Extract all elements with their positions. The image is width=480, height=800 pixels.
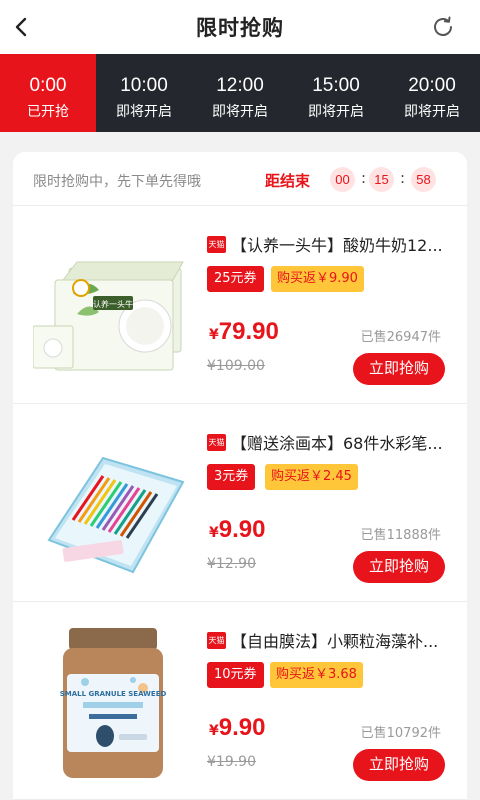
time-slot-time: 10:00 [120,75,168,96]
time-slot-tab-1[interactable]: 10:00 即将开启 [96,54,192,132]
time-slot-status: 即将开启 [404,104,460,120]
buy-now-button[interactable]: 立即抢购 [353,353,445,385]
countdown-hours: 00 [330,167,355,192]
time-slot-time: 20:00 [408,75,456,96]
product-label-text: SMALL GRANULE SEAWEED [60,690,167,698]
time-slot-tab-0[interactable]: 0:00 已开抢 [0,54,96,132]
price-value: 79.90 [218,318,279,345]
time-slot-time: 15:00 [312,75,360,96]
milk-carton-product-image[interactable]: 认养一头牛 [33,222,193,388]
sold-count: 已售11888件 [360,528,441,543]
seaweed-mask-jar-product-image[interactable]: SMALL GRANULE SEAWEED [33,618,193,784]
sold-count: 已售26947件 [360,330,441,345]
rebate-badge: 购买返￥3.68 [270,662,363,688]
tmall-badge-icon: 天猫 [207,632,226,649]
current-price: ¥79.90 [209,318,279,346]
original-price: ¥19.90 [207,754,256,770]
price-value: 9.90 [218,714,266,741]
rebate-badge: 购买返￥9.90 [271,266,364,292]
countdown-separator: : [400,169,406,187]
product-item[interactable]: SMALL GRANULE SEAWEED 天猫 【自由膜法】小颗粒海藻补...… [13,602,467,800]
product-name[interactable]: 【自由膜法】小颗粒海藻补... [231,628,451,652]
tmall-badge-icon: 天猫 [207,434,226,451]
time-slot-tab-2[interactable]: 12:00 即将开启 [192,54,288,132]
currency-symbol: ¥ [209,327,219,343]
product-item[interactable]: 认养一头牛 天猫 【认养一头牛】酸奶牛奶12... 25元券 购买返￥9.90 … [13,206,467,404]
current-price: ¥9.90 [209,714,265,742]
coupon-badge: 10元券 [207,662,264,688]
countdown-row: 限时抢购中，先下单先得哦 距结束 00 : 15 : 58 [13,152,467,206]
product-name[interactable]: 【认养一头牛】酸奶牛奶12... [231,232,451,256]
product-list-panel: 限时抢购中，先下单先得哦 距结束 00 : 15 : 58 认养一头牛 天猫 【… [13,152,467,800]
time-slot-status: 即将开启 [308,104,364,120]
countdown-hint: 限时抢购中，先下单先得哦 [33,174,201,190]
countdown-separator: : [361,169,367,187]
time-slot-status: 即将开启 [212,104,268,120]
sold-count: 已售10792件 [360,726,441,741]
time-slot-tabs: 0:00 已开抢 10:00 即将开启 12:00 即将开启 15:00 即将开… [0,54,480,132]
countdown-label: 距结束 [265,172,311,190]
currency-symbol: ¥ [209,723,219,739]
watercolor-pen-set-product-image[interactable] [33,420,193,586]
buy-now-button[interactable]: 立即抢购 [353,551,445,583]
time-slot-time: 12:00 [216,75,264,96]
product-item[interactable]: 天猫 【赠送涂画本】68件水彩笔... 3元券 购买返￥2.45 ¥9.90 已… [13,404,467,602]
rebate-badge: 购买返￥2.45 [265,464,358,490]
time-slot-time: 0:00 [29,75,67,96]
time-slot-tab-4[interactable]: 20:00 即将开启 [384,54,480,132]
top-nav-bar: 限时抢购 [0,0,480,54]
currency-symbol: ¥ [209,525,219,541]
refresh-icon[interactable] [430,14,456,40]
tmall-badge-icon: 天猫 [207,236,226,253]
original-price: ¥12.90 [207,556,256,572]
countdown-seconds: 58 [411,167,436,192]
product-logo-text: 认养一头牛 [93,299,133,309]
countdown-minutes: 15 [369,167,394,192]
buy-now-button[interactable]: 立即抢购 [353,749,445,781]
coupon-badge: 25元券 [207,266,264,292]
page-title: 限时抢购 [196,16,284,40]
current-price: ¥9.90 [209,516,265,544]
coupon-badge: 3元券 [207,464,256,490]
time-slot-status: 即将开启 [116,104,172,120]
price-value: 9.90 [218,516,266,543]
product-name[interactable]: 【赠送涂画本】68件水彩笔... [231,430,451,454]
time-slot-tab-3[interactable]: 15:00 即将开启 [288,54,384,132]
original-price: ¥109.00 [207,358,265,374]
time-slot-status: 已开抢 [27,104,69,120]
